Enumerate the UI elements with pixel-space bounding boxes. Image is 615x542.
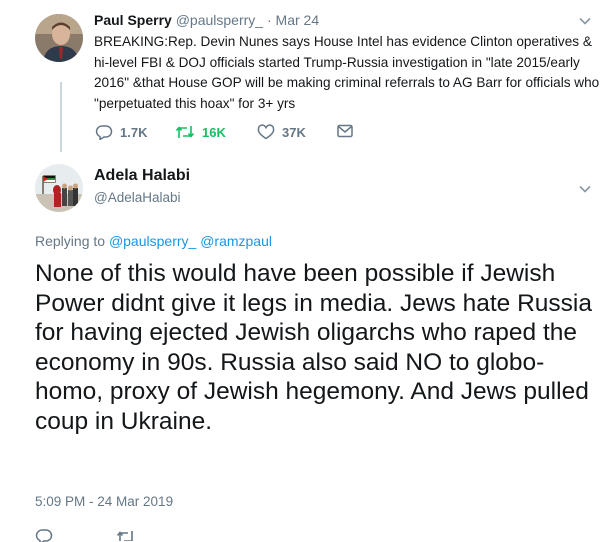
retweet-action[interactable]: 16K bbox=[175, 124, 226, 140]
main-retweet-icon[interactable] bbox=[116, 529, 136, 541]
main-tweet-text: None of this would have been possible if… bbox=[35, 260, 592, 435]
main-author-name[interactable]: Adela Halabi bbox=[94, 167, 190, 185]
replying-to-line: Replying to @paulsperry_ @ramzpaul bbox=[35, 233, 272, 249]
envelope-icon bbox=[337, 124, 353, 138]
reply-count: 1.7K bbox=[120, 124, 148, 140]
parent-header: Paul Sperry @paulsperry_ · Mar 24 bbox=[94, 12, 319, 28]
reply-action[interactable]: 1.7K bbox=[95, 124, 147, 140]
parent-date[interactable]: Mar 24 bbox=[276, 12, 320, 28]
parent-tweet-text: BREAKING:Rep. Devin Nunes says House Int… bbox=[94, 34, 600, 111]
message-action[interactable] bbox=[337, 124, 360, 138]
like-action[interactable]: 37K bbox=[257, 124, 306, 140]
retweet-icon bbox=[175, 126, 195, 138]
heart-icon bbox=[257, 124, 275, 140]
replying-to-link-2[interactable]: @ramzpaul bbox=[200, 233, 272, 249]
main-avatar[interactable] bbox=[35, 164, 83, 212]
reply-icon bbox=[95, 125, 113, 140]
main-handle[interactable]: @AdelaHalabi bbox=[94, 190, 181, 205]
retweet-count: 16K bbox=[202, 124, 226, 140]
replying-to-link-1[interactable]: @paulsperry_ bbox=[109, 233, 196, 249]
parent-chevron-down-icon[interactable] bbox=[578, 14, 592, 28]
thread-line bbox=[60, 82, 62, 152]
parent-author-name[interactable]: Paul Sperry bbox=[94, 12, 172, 28]
parent-avatar[interactable] bbox=[35, 14, 83, 62]
parent-separator: · bbox=[266, 12, 272, 28]
tweet-timestamp[interactable]: 5:09 PM - 24 Mar 2019 bbox=[35, 494, 173, 509]
replying-to-prefix: Replying to bbox=[35, 233, 106, 249]
parent-handle[interactable]: @paulsperry_ bbox=[176, 12, 263, 28]
like-count: 37K bbox=[282, 124, 306, 140]
main-chevron-down-icon[interactable] bbox=[578, 182, 592, 196]
